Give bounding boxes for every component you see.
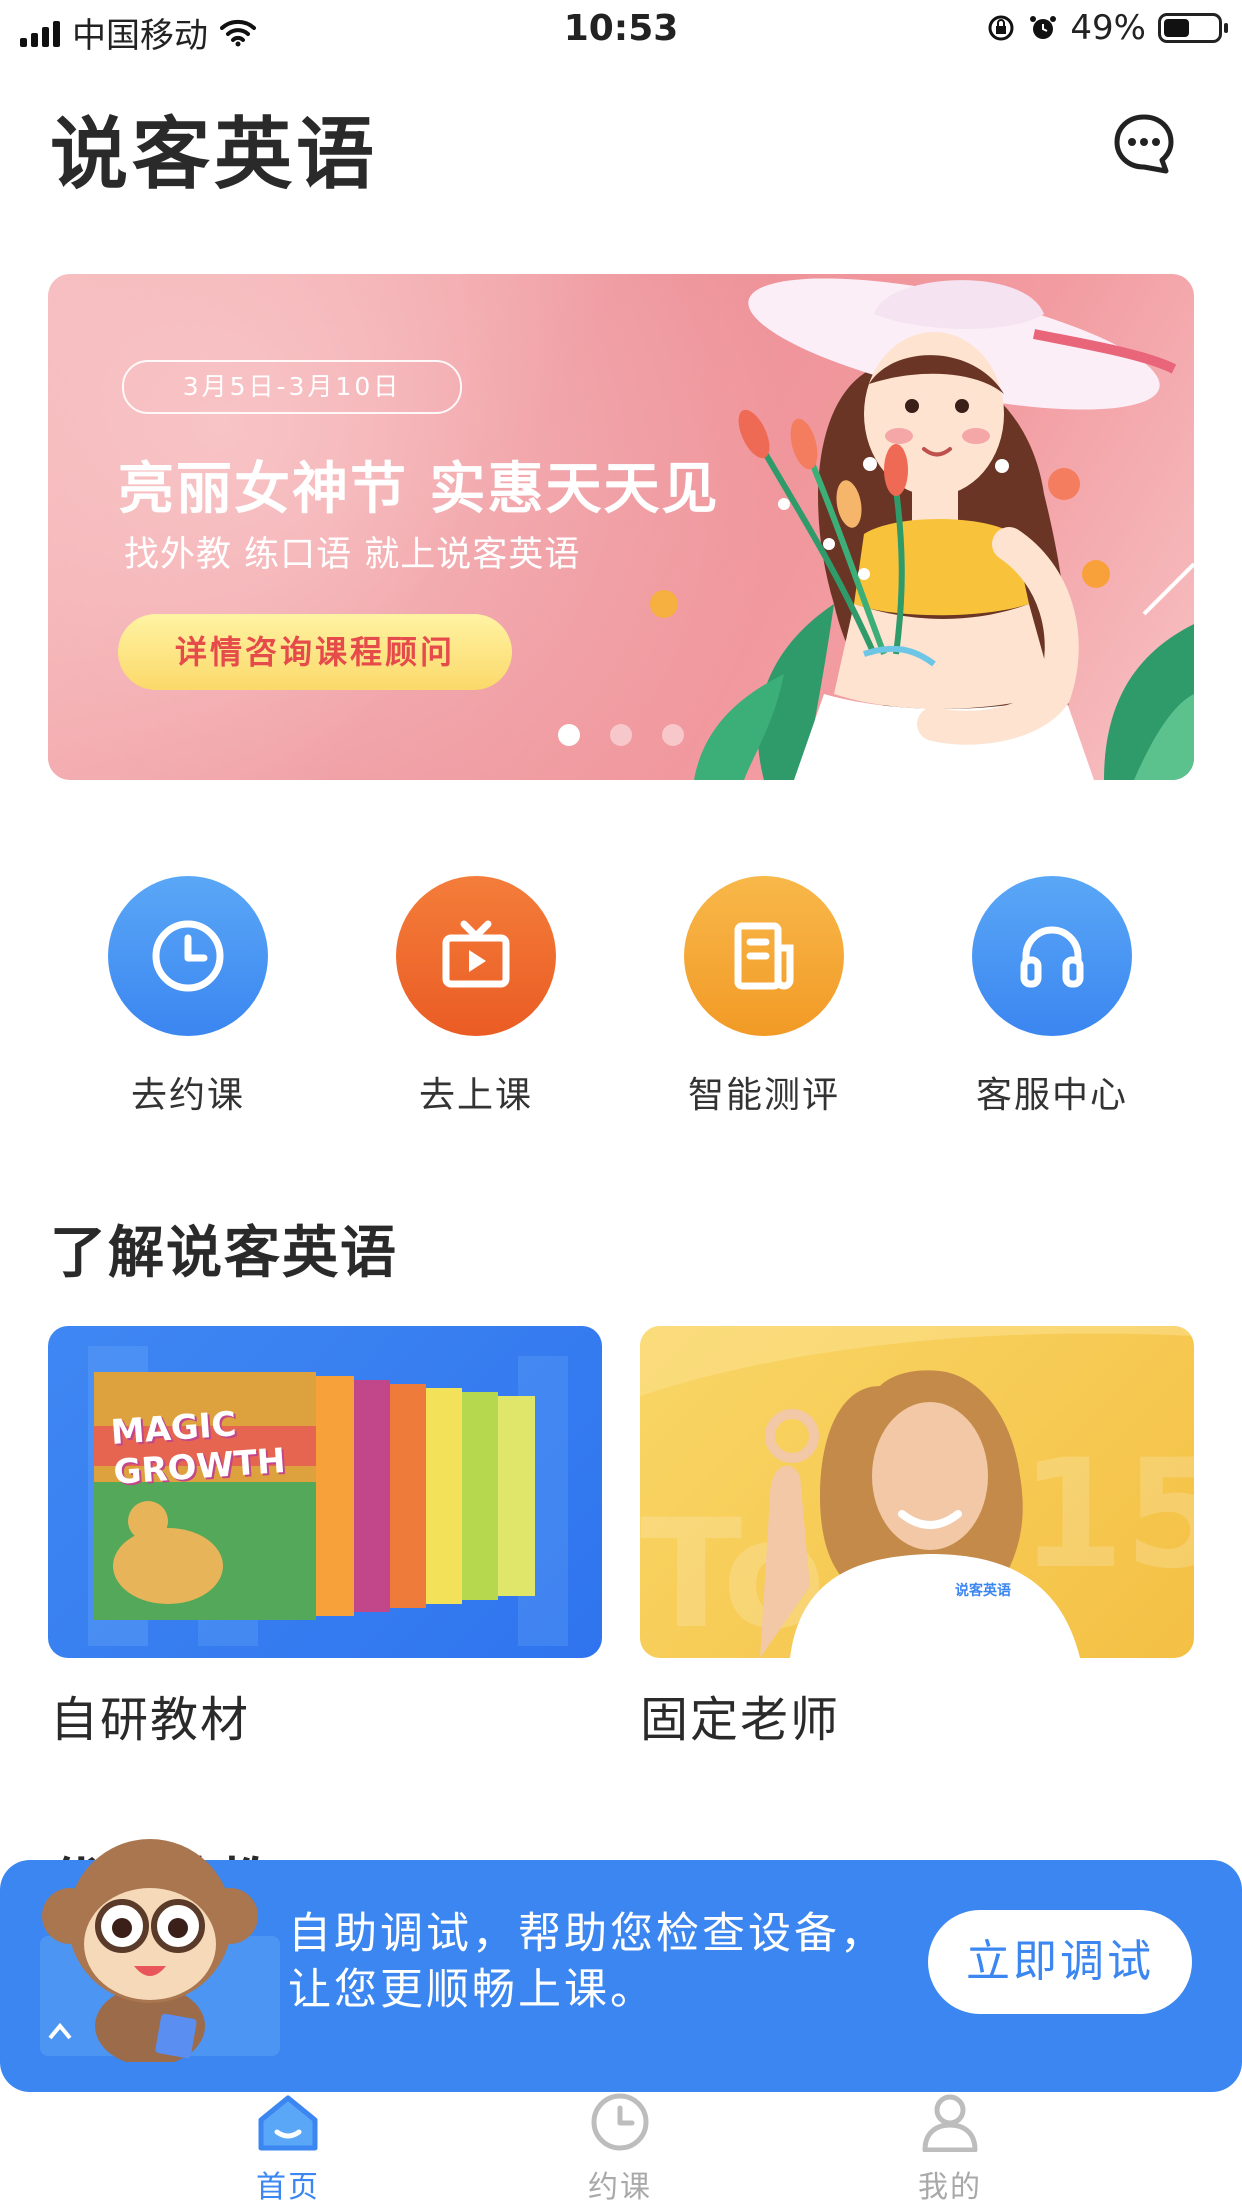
quick-action-book-class[interactable]: 去约课 bbox=[78, 876, 298, 1118]
quick-action-label: 智能测评 bbox=[687, 1075, 840, 1116]
quick-action-label: 去上课 bbox=[418, 1075, 533, 1116]
headphones-icon bbox=[972, 876, 1132, 1036]
svg-text:15: 15 bbox=[1020, 1428, 1194, 1602]
promo-banner[interactable]: 3月5日-3月10日 亮丽女神节 实惠天天见 找外教 练口语 就上说客英语 详情… bbox=[48, 274, 1194, 780]
banner-pagination bbox=[558, 724, 684, 746]
banner-date-range: 3月5日-3月10日 bbox=[122, 360, 462, 414]
tab-bar: 首页 约课 我的 bbox=[0, 2092, 1242, 2208]
tab-label: 我的 bbox=[918, 2170, 982, 2205]
start-debug-button[interactable]: 立即调试 bbox=[928, 1910, 1192, 2014]
chat-bubble-icon[interactable] bbox=[1112, 112, 1176, 176]
banner-cta-button[interactable]: 详情咨询课程顾问 bbox=[118, 614, 512, 690]
tab-label: 约课 bbox=[588, 2170, 652, 2205]
home-icon bbox=[258, 2095, 318, 2151]
banner-illustration bbox=[650, 278, 1194, 780]
battery-percent: 49% bbox=[1070, 8, 1146, 48]
pagination-dot[interactable] bbox=[610, 724, 632, 746]
textbooks-art-text: MAGIC GROWTH bbox=[109, 1404, 287, 1493]
pagination-dot[interactable] bbox=[558, 724, 580, 746]
clock-icon bbox=[108, 876, 268, 1036]
banner-subtitle: 找外教 练口语 就上说客英语 bbox=[124, 535, 581, 575]
quick-action-label: 去约课 bbox=[130, 1075, 245, 1116]
status-bar: 中国移动 10:53 49% bbox=[0, 0, 1242, 62]
battery-icon bbox=[1158, 13, 1228, 43]
card-fixed-teacher[interactable]: To 15 说客英语 bbox=[640, 1326, 1194, 1658]
tab-profile[interactable]: 我的 bbox=[850, 2092, 1050, 2206]
orientation-lock-icon bbox=[988, 15, 1014, 41]
quick-actions: 去约课 去上课 智能测评 客服中心 bbox=[0, 876, 1242, 1116]
user-icon bbox=[922, 2094, 978, 2153]
tab-label: 首页 bbox=[256, 2170, 320, 2205]
tv-play-icon bbox=[396, 876, 556, 1036]
tab-home[interactable]: 首页 bbox=[188, 2092, 388, 2206]
quick-action-attend-class[interactable]: 去上课 bbox=[366, 876, 586, 1118]
textbooks-illustration bbox=[88, 1346, 568, 1646]
device-check-line2: 让您更顺畅上课。 bbox=[288, 1965, 656, 2015]
document-icon bbox=[684, 876, 844, 1036]
quick-action-assessment[interactable]: 智能测评 bbox=[654, 876, 874, 1118]
quick-action-customer-service[interactable]: 客服中心 bbox=[942, 876, 1162, 1118]
monkey-mascot-icon bbox=[40, 1839, 280, 2062]
card-textbooks[interactable]: MAGIC GROWTH bbox=[48, 1326, 602, 1658]
device-check-text: 自助调试，帮助您检查设备， 让您更顺畅上课。 bbox=[288, 1906, 928, 2018]
card-label-textbooks: 自研教材 bbox=[50, 1692, 251, 1748]
quick-action-label: 客服中心 bbox=[975, 1075, 1128, 1116]
tab-book-class[interactable]: 约课 bbox=[520, 2092, 720, 2206]
teacher-shirt-logo: 说客英语 bbox=[955, 1583, 1011, 1599]
section-title: 了解说客英语 bbox=[50, 1221, 398, 1286]
app-title: 说客英语 bbox=[50, 110, 379, 200]
pagination-dot[interactable] bbox=[662, 724, 684, 746]
teacher-photo: To 15 bbox=[640, 1326, 1194, 1658]
clock-icon bbox=[591, 2093, 649, 2151]
alarm-icon bbox=[1030, 16, 1057, 39]
banner-headline: 亮丽女神节 实惠天天见 bbox=[118, 457, 720, 522]
device-check-line1: 自助调试，帮助您检查设备， bbox=[288, 1909, 886, 1959]
card-label-fixed-teacher: 固定老师 bbox=[640, 1692, 841, 1748]
